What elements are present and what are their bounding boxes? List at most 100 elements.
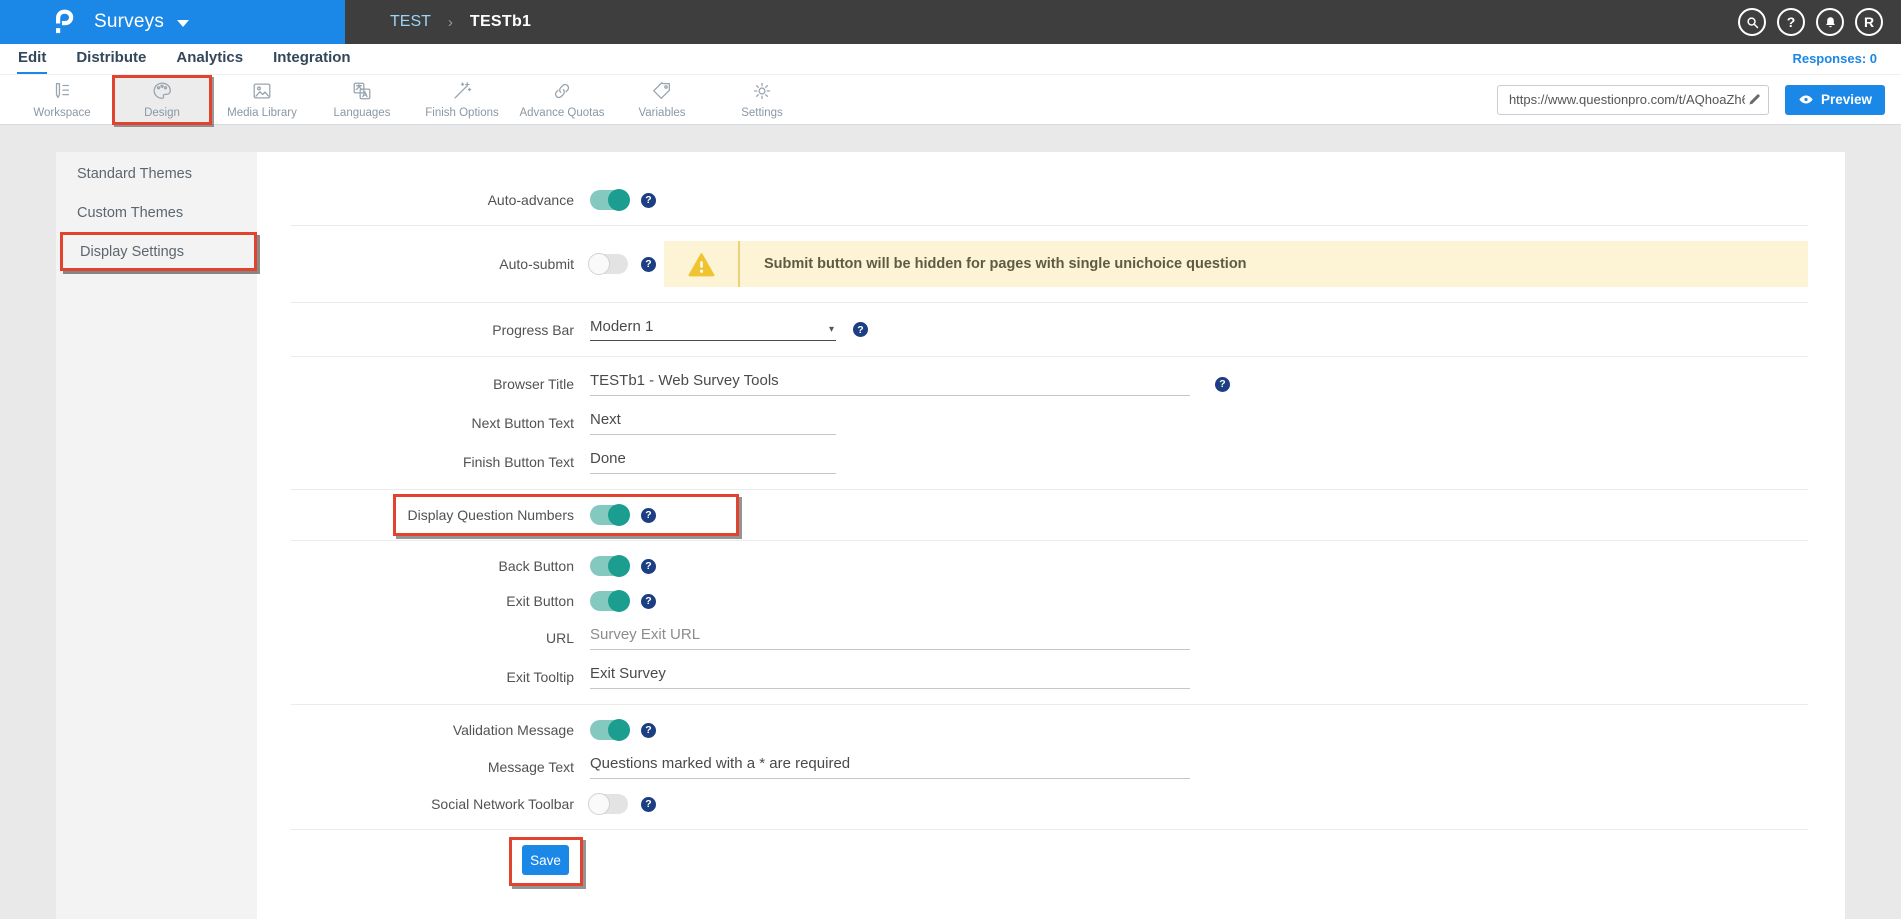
toolbar-item-label: Media Library	[227, 107, 297, 119]
display-question-numbers-toggle[interactable]	[590, 505, 628, 525]
section-divider	[291, 489, 1808, 490]
display-settings-panel: Standard ThemesCustom ThemesDisplay Sett…	[56, 152, 1845, 919]
social-network-toolbar-label: Social Network Toolbar	[257, 796, 590, 812]
section-tabs: Edit Distribute Analytics Integration Respon…	[0, 44, 1901, 75]
save-row: Save	[257, 845, 1845, 875]
message-text-label: Message Text	[257, 759, 590, 775]
toolbar-item-workspace[interactable]: Workspace	[12, 77, 112, 123]
toggle-knob	[588, 253, 610, 275]
auto-submit-warning: Submit button will be hidden for pages w…	[664, 241, 1808, 287]
help-button[interactable]: ?	[1777, 8, 1805, 36]
search-button[interactable]	[1738, 8, 1766, 36]
chevron-down-icon	[177, 20, 189, 27]
help-icon[interactable]: ?	[641, 559, 656, 574]
section-divider	[291, 540, 1808, 541]
auto-submit-row: Auto-submit?Submit button will be hidden…	[257, 241, 1845, 287]
surveys-menu[interactable]: Surveys	[0, 0, 345, 44]
advance-quotas-icon	[551, 80, 573, 105]
toolbar-item-label: Advance Quotas	[519, 107, 604, 119]
variables-icon	[651, 80, 673, 105]
section-divider	[291, 356, 1808, 357]
exit-tooltip-label: Exit Tooltip	[257, 669, 590, 685]
help-icon[interactable]: ?	[641, 508, 656, 523]
header-actions: ? R	[1738, 8, 1883, 36]
save-button[interactable]: Save	[522, 845, 569, 875]
avatar[interactable]: R	[1855, 8, 1883, 36]
survey-url-box	[1497, 85, 1769, 115]
top-header: Surveys TEST › TESTb1 ? R	[0, 0, 1901, 44]
auto-advance-row: Auto-advance?	[257, 190, 1845, 210]
toolbar-item-finish-options[interactable]: Finish Options	[412, 77, 512, 123]
help-icon[interactable]: ?	[641, 193, 656, 208]
product-name: Surveys	[94, 11, 164, 33]
toggle-knob	[608, 504, 630, 526]
finish-options-icon	[451, 80, 473, 105]
help-icon[interactable]: ?	[641, 797, 656, 812]
edit-url-button[interactable]	[1747, 92, 1762, 107]
toggle-knob	[608, 189, 630, 211]
sidebar-item-custom-themes[interactable]: Custom Themes	[56, 193, 257, 232]
social-network-toolbar-row: Social Network Toolbar?	[257, 794, 1845, 814]
tab-integration[interactable]: Integration	[272, 45, 352, 74]
auto-advance-toggle[interactable]	[590, 190, 628, 210]
toolbar-item-media-library[interactable]: Media Library	[212, 77, 312, 123]
help-icon[interactable]: ?	[641, 594, 656, 609]
message-text-input[interactable]	[590, 755, 1190, 779]
back-button-row: Back Button?	[257, 556, 1845, 576]
preview-button[interactable]: Preview	[1785, 85, 1885, 115]
help-icon[interactable]: ?	[853, 322, 868, 337]
sidebar-item-display-settings[interactable]: Display Settings	[60, 232, 257, 271]
survey-url-input[interactable]	[1507, 91, 1747, 108]
eye-icon	[1798, 93, 1814, 106]
toolbar-item-design[interactable]: Design	[112, 75, 212, 125]
toolbar-item-label: Design	[144, 107, 180, 119]
tab-analytics[interactable]: Analytics	[175, 45, 244, 74]
finish-button-text-input[interactable]	[590, 450, 836, 474]
toolbar-item-variables[interactable]: Variables	[612, 77, 712, 123]
display-question-numbers-row: Display Question Numbers?	[257, 505, 1845, 525]
progress-bar-row: Progress BarModern 1▾?	[257, 318, 1845, 341]
progress-bar-value: Modern 1	[590, 318, 653, 335]
back-button-label: Back Button	[257, 558, 590, 574]
help-icon[interactable]: ?	[641, 257, 656, 272]
exit-tooltip-input[interactable]	[590, 665, 1190, 689]
tab-distribute[interactable]: Distribute	[75, 45, 147, 74]
notifications-button[interactable]	[1816, 8, 1844, 36]
toolbar-item-languages[interactable]: Languages	[312, 77, 412, 123]
chevron-down-icon: ▾	[829, 324, 836, 335]
toggle-knob	[588, 793, 610, 815]
browser-title-row: Browser Title?	[257, 372, 1845, 396]
validation-message-label: Validation Message	[257, 722, 590, 738]
display-question-numbers-label: Display Question Numbers	[257, 507, 590, 523]
section-divider	[291, 704, 1808, 705]
breadcrumb-parent[interactable]: TEST	[390, 13, 431, 31]
exit-button-toggle[interactable]	[590, 591, 628, 611]
warning-text: Submit button will be hidden for pages w…	[740, 256, 1247, 272]
toolbar-item-advance-quotas[interactable]: Advance Quotas	[512, 77, 612, 123]
next-button-text-row: Next Button Text	[257, 411, 1845, 435]
exit-button-row: Exit Button?	[257, 591, 1845, 611]
breadcrumb-current: TESTb1	[470, 13, 531, 31]
toolbar-item-label: Finish Options	[425, 107, 499, 119]
section-divider	[291, 302, 1808, 303]
social-network-toolbar-toggle[interactable]	[590, 794, 628, 814]
help-icon[interactable]: ?	[1215, 377, 1230, 392]
url-input[interactable]	[590, 626, 1190, 650]
auto-submit-toggle[interactable]	[590, 254, 628, 274]
auto-advance-label: Auto-advance	[257, 192, 590, 208]
toolbar-item-settings[interactable]: Settings	[712, 77, 812, 123]
progress-bar-select[interactable]: Modern 1 ▾	[590, 318, 836, 341]
next-button-text-label: Next Button Text	[257, 415, 590, 431]
next-button-text-input[interactable]	[590, 411, 836, 435]
help-icon[interactable]: ?	[641, 723, 656, 738]
back-button-toggle[interactable]	[590, 556, 628, 576]
validation-message-toggle[interactable]	[590, 720, 628, 740]
tab-edit[interactable]: Edit	[17, 45, 47, 74]
breadcrumb: TEST › TESTb1	[390, 13, 531, 31]
workspace-icon	[51, 80, 73, 105]
display-settings-form: Auto-advance?Auto-submit?Submit button w…	[257, 152, 1845, 919]
design-icon	[151, 80, 173, 105]
browser-title-input[interactable]	[590, 372, 1190, 396]
responses-count: Responses: 0	[1792, 51, 1877, 74]
sidebar-item-standard-themes[interactable]: Standard Themes	[56, 154, 257, 193]
